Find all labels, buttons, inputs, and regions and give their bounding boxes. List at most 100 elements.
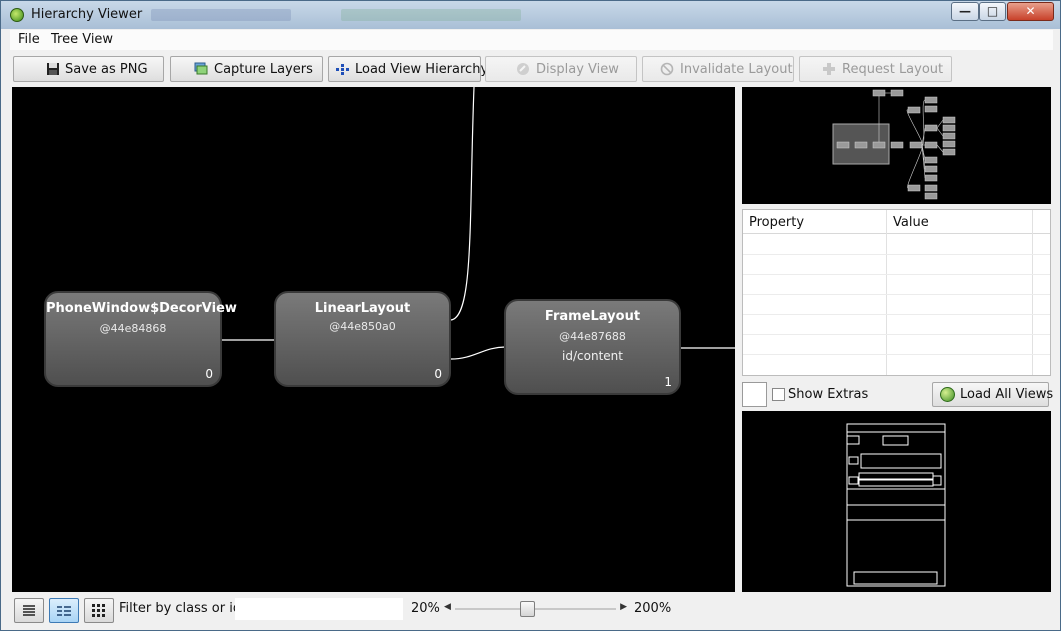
- tree-edge: [450, 346, 506, 360]
- property-table[interactable]: Property Value: [742, 209, 1051, 376]
- load-all-views-button[interactable]: Load All Views: [932, 382, 1053, 407]
- overview-node: [854, 141, 868, 149]
- save-png-label: Save as PNG: [65, 62, 148, 77]
- overview-node: [872, 89, 886, 97]
- property-table-header: Property Value: [743, 210, 1050, 234]
- table-row: [743, 334, 1050, 335]
- overview-node: [942, 148, 956, 156]
- node-resource-id: id/content: [562, 349, 623, 363]
- request-layout-button[interactable]: Request Layout: [799, 56, 952, 82]
- slider-right-arrow-icon[interactable]: ▶: [620, 602, 627, 612]
- table-row: [743, 354, 1050, 355]
- wireframe-box: [846, 488, 946, 506]
- overview-node: [924, 124, 938, 132]
- overview-node: [924, 184, 938, 192]
- show-extras-label[interactable]: Show Extras: [788, 387, 868, 402]
- overview-edge: [936, 127, 944, 137]
- zoom-max-label: 200%: [634, 601, 672, 616]
- capture-layers-button[interactable]: Capture Layers: [170, 56, 323, 82]
- overview-node: [942, 124, 956, 132]
- show-extras-checkbox[interactable]: [772, 388, 785, 401]
- wireframe-box: [846, 435, 860, 445]
- table-row: [743, 294, 1050, 295]
- tree-view-mode-button[interactable]: [14, 598, 44, 623]
- overview-node: [907, 184, 921, 192]
- hierarchy-icon: [336, 64, 349, 75]
- tree-node-framelayout[interactable]: FrameLayout @44e87688 id/content 1: [504, 299, 681, 395]
- overview-minimap: [832, 89, 956, 200]
- wireframe-box: [846, 423, 946, 433]
- no-entry-icon: [660, 62, 674, 76]
- taskbar-blur-item: [341, 9, 521, 21]
- zoom-slider-thumb[interactable]: [519, 601, 535, 617]
- wireframe-box: [858, 479, 934, 487]
- filter-input[interactable]: [235, 598, 403, 620]
- layout-wireframe: [846, 423, 946, 587]
- tree-node-linearlayout[interactable]: LinearLayout @44e850a0 0: [274, 291, 451, 387]
- layout-preview[interactable]: [742, 411, 1051, 592]
- overview-edge: [921, 99, 926, 146]
- overview-node: [942, 140, 956, 148]
- window-title: Hierarchy Viewer: [31, 7, 143, 22]
- wireframe-box: [848, 456, 859, 465]
- maximize-icon: □: [986, 4, 999, 18]
- menu-file[interactable]: File: [18, 32, 40, 47]
- node-name: PhoneWindow$DecorView: [46, 301, 237, 316]
- maximize-button[interactable]: □: [979, 2, 1006, 21]
- value-column-header[interactable]: Value: [893, 215, 929, 230]
- zoom-slider[interactable]: ◀ ▶: [443, 600, 628, 618]
- node-id: @44e84868: [99, 322, 167, 335]
- minimize-icon: —: [959, 4, 971, 18]
- minimize-button[interactable]: —: [951, 2, 979, 21]
- column-divider: [886, 210, 887, 375]
- slider-left-arrow-icon[interactable]: ◀: [444, 602, 451, 612]
- overview-node: [924, 192, 938, 200]
- capture-layers-label: Capture Layers: [214, 62, 313, 77]
- floppy-disk-icon: [47, 63, 59, 75]
- color-swatch[interactable]: [742, 382, 767, 407]
- wireframe-box: [860, 453, 942, 469]
- invalidate-layout-button[interactable]: Invalidate Layout: [642, 56, 794, 82]
- display-view-icon: [517, 63, 529, 75]
- node-id: @44e850a0: [329, 320, 396, 333]
- overview-edge: [921, 144, 926, 179]
- table-row: [743, 254, 1050, 255]
- overview-node: [942, 132, 956, 140]
- load-all-views-label: Load All Views: [960, 387, 1054, 402]
- wireframe-box: [853, 571, 938, 585]
- node-child-count: 1: [664, 375, 672, 389]
- filter-label: Filter by class or id:: [119, 601, 246, 616]
- overview-node: [907, 106, 921, 114]
- save-png-button[interactable]: Save as PNG: [13, 56, 164, 82]
- grid-icon: [92, 604, 105, 617]
- overview-node: [924, 105, 938, 113]
- overview-node: [924, 141, 938, 149]
- overview-node: [909, 141, 923, 149]
- display-view-button[interactable]: Display View: [485, 56, 637, 82]
- overview-edge: [906, 109, 923, 146]
- title-bar[interactable]: Hierarchy Viewer — □ ✕: [1, 1, 1060, 29]
- menu-tree-view[interactable]: Tree View: [51, 32, 113, 47]
- toolbar: Save as PNG Capture Layers Load View Hie…: [10, 53, 1053, 85]
- tree-overview[interactable]: [742, 87, 1051, 204]
- column-divider: [1032, 210, 1033, 375]
- overview-node: [924, 174, 938, 182]
- request-layout-icon: [823, 63, 835, 75]
- app-icon: [10, 8, 24, 22]
- node-name: LinearLayout: [314, 301, 411, 316]
- overview-node: [872, 141, 886, 149]
- close-button[interactable]: ✕: [1007, 2, 1054, 21]
- overview-node: [924, 165, 938, 173]
- overview-node: [836, 141, 850, 149]
- grid-mode-button[interactable]: [84, 598, 114, 623]
- node-child-count: 0: [434, 367, 442, 381]
- property-column-header[interactable]: Property: [749, 215, 804, 230]
- node-id: @44e87688: [559, 330, 626, 343]
- tree-canvas[interactable]: PhoneWindow$DecorView @44e84868 0 Linear…: [12, 87, 735, 592]
- tree-node-decorview[interactable]: PhoneWindow$DecorView @44e84868 0: [44, 291, 237, 387]
- close-icon: ✕: [1025, 4, 1036, 18]
- properties-mode-button[interactable]: [49, 598, 79, 623]
- load-view-hierarchy-button[interactable]: Load View Hierarchy: [328, 56, 488, 82]
- extras-bar: Show Extras Load All Views: [742, 381, 1053, 407]
- wireframe-box: [882, 435, 909, 446]
